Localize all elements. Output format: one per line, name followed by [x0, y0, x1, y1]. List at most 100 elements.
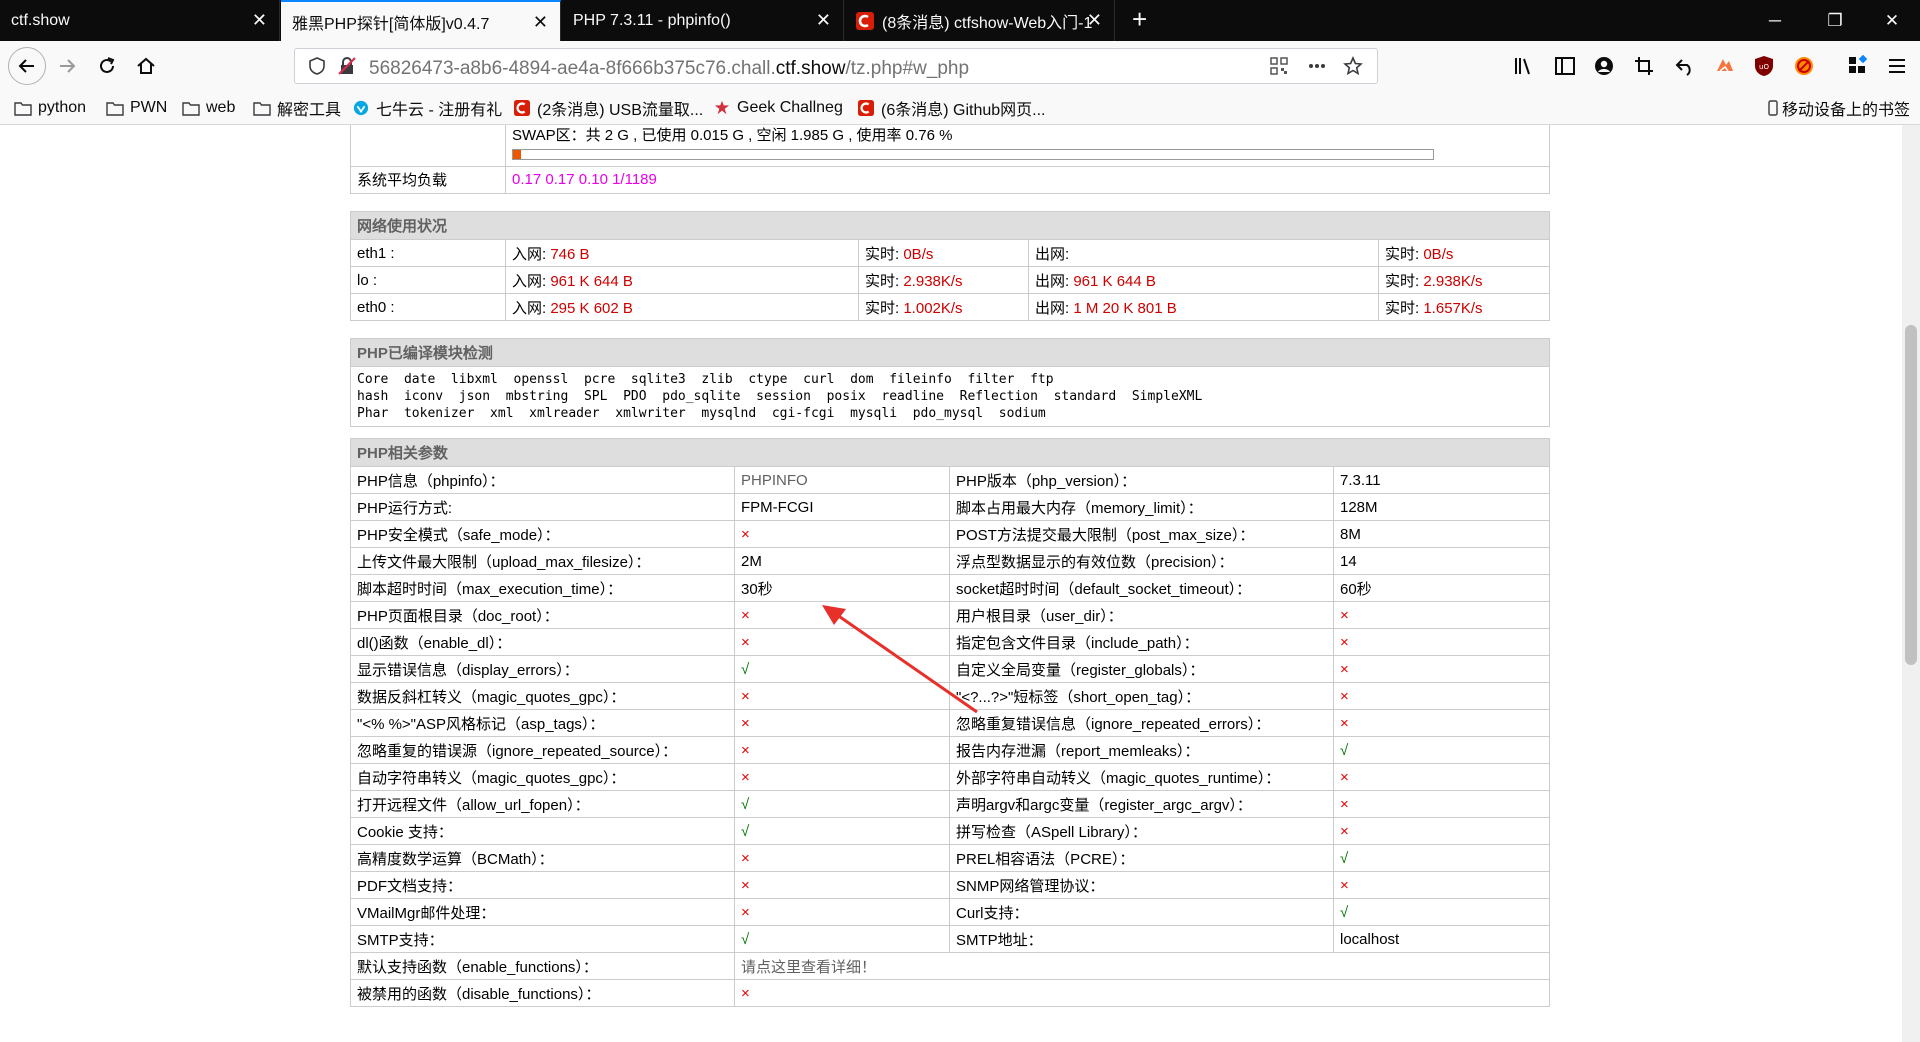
extensions-icon[interactable]: [1847, 55, 1869, 77]
library-icon[interactable]: [1513, 55, 1535, 77]
modules-table: PHP已编译模块检测 Core date libxml openssl pcre…: [350, 338, 1550, 427]
minimize-button[interactable]: ─: [1745, 0, 1805, 41]
ublock-icon[interactable]: uO: [1753, 55, 1775, 77]
svg-text:uO: uO: [1759, 63, 1769, 71]
out-value: 1 M 20 K 801 B: [1073, 299, 1177, 317]
scrollbar-thumb[interactable]: [1905, 325, 1917, 665]
bookmark-label: web: [206, 99, 236, 116]
undo-icon[interactable]: [1674, 55, 1696, 77]
modules-list: Core date libxml openssl pcre sqlite3 zl…: [350, 366, 1550, 427]
close-icon[interactable]: ✕: [252, 11, 267, 29]
close-window-button[interactable]: ✕: [1862, 0, 1920, 41]
back-button[interactable]: [8, 47, 46, 85]
load-value: 0.17 0.17 0.10 1/1189: [505, 165, 1550, 194]
param-name: 数据反斜杠转义（magic_quotes_gpc）：: [350, 682, 735, 710]
bookmark-python[interactable]: python: [14, 97, 86, 119]
param-name: 指定包含文件目录（include_path）：: [949, 628, 1334, 656]
insecure-lock-icon[interactable]: [337, 56, 357, 76]
iface-name: lo :: [350, 266, 506, 294]
param-name: 声明argv和argc变量（register_argc_argv）：: [949, 790, 1334, 818]
bookmark-github-pages[interactable]: (6条消息) Github网页...: [857, 97, 1045, 119]
navigation-bar: 56826473-a8b6-4894-ae4a-8f666b375c76.cha…: [0, 41, 1920, 91]
out-cell: 出网:: [1028, 239, 1379, 267]
more-actions-icon[interactable]: [1307, 56, 1327, 76]
out-value: 961 K 644 B: [1073, 272, 1156, 290]
restore-button[interactable]: ❐: [1805, 0, 1865, 41]
param-value: ×: [734, 736, 950, 764]
in-label: 入网:: [512, 272, 547, 290]
in-value: 295 K 602 B: [550, 299, 633, 317]
url-prefix: 56826473-a8b6-4894-ae4a-8f666b375c76.cha…: [369, 58, 776, 79]
in-rt-value: 1.002K/s: [903, 299, 963, 317]
param-name: SMTP支持：: [350, 925, 735, 953]
in-cell: 入网: 746 B: [505, 239, 859, 267]
back-arrow-icon: [18, 59, 34, 73]
tab-title: 雅黑PHP探针[简体版]v0.4.7: [292, 15, 490, 33]
bookmark-star-icon[interactable]: [1343, 56, 1363, 76]
in-cell: 入网: 961 K 644 B: [505, 266, 859, 294]
tab-phpinfo[interactable]: PHP 7.3.11 - phpinfo() ✕: [562, 0, 844, 41]
in-rt-cell: 实时: 2.938K/s: [858, 266, 1029, 294]
bookmark-usb-traffic[interactable]: (2条消息) USB流量取...: [513, 97, 703, 119]
bookmark-pwn[interactable]: PWN: [106, 97, 167, 119]
vertical-scrollbar[interactable]: [1902, 125, 1920, 1042]
url-text[interactable]: 56826473-a8b6-4894-ae4a-8f666b375c76.cha…: [369, 58, 969, 80]
php-param-row: 打开远程文件（allow_url_fopen）： √ 声明argv和argc变量（r…: [350, 790, 1550, 818]
tab-yahei-probe[interactable]: 雅黑PHP探针[简体版]v0.4.7 ✕: [281, 0, 561, 41]
param-name: 浮点型数据显示的有效位数（precision）：: [949, 547, 1334, 575]
url-bar[interactable]: 56826473-a8b6-4894-ae4a-8f666b375c76.cha…: [294, 48, 1378, 84]
bookmark-label: (6条消息) Github网页...: [881, 102, 1046, 119]
folder-icon: [106, 102, 124, 116]
php-param-row: 脚本超时时间（max_execution_time）： 30秒 socket超时时间…: [350, 574, 1550, 602]
param-value: ×: [734, 520, 950, 548]
param-value: √: [1333, 898, 1550, 926]
menu-icon[interactable]: [1886, 55, 1908, 77]
screenshot-crop-icon[interactable]: [1633, 55, 1655, 77]
account-icon[interactable]: [1593, 55, 1615, 77]
param-value: √: [734, 790, 950, 818]
in-rt-cell: 实时: 1.002K/s: [858, 293, 1029, 321]
param-value: ×: [1333, 763, 1550, 791]
close-icon[interactable]: ✕: [816, 11, 831, 29]
bookmark-geek-challenge[interactable]: Geek Challneg: [713, 97, 843, 119]
tab-csdn[interactable]: (8条消息) ctfshow-Web入门-1 ✕: [845, 0, 1115, 41]
param-name: PHP页面根目录（doc_root）：: [350, 601, 735, 629]
bookmark-qiniu[interactable]: 七牛云 - 注册有礼: [352, 97, 502, 119]
reload-button[interactable]: [90, 49, 124, 83]
bookmark-web[interactable]: web: [182, 97, 235, 119]
forward-button[interactable]: [50, 49, 84, 83]
param-value: 8M: [1333, 520, 1550, 548]
param-name: 显示错误信息（display_errors）：: [350, 655, 735, 683]
blocked-extension-icon[interactable]: [1793, 55, 1815, 77]
rt-label: 实时:: [1385, 299, 1420, 317]
disable-functions-value: ×: [734, 979, 1550, 1007]
param-value: FPM-FCGI: [734, 493, 950, 521]
iface-name: eth1 :: [350, 239, 506, 267]
in-value: 961 K 644 B: [550, 272, 633, 290]
close-icon[interactable]: ✕: [1087, 11, 1102, 29]
phpinfo-link[interactable]: PHPINFO: [734, 466, 950, 494]
in-rt-value: 0B/s: [903, 245, 934, 263]
bookmark-mobile[interactable]: 移动设备上的书签: [1768, 97, 1910, 119]
modules-line: Phar tokenizer xml xmlreader xmlwriter m…: [357, 406, 1046, 421]
param-name: PHP版本（php_version）：: [949, 466, 1334, 494]
param-value: ×: [1333, 601, 1550, 629]
php-params-title: PHP相关参数: [350, 438, 1550, 467]
qiniu-icon: [353, 100, 369, 116]
shield-icon[interactable]: [307, 56, 327, 76]
sidebar-icon[interactable]: [1554, 55, 1576, 77]
enable-functions-link[interactable]: 请点这里查看详细！: [734, 952, 1550, 980]
extension-orange-icon[interactable]: [1714, 55, 1736, 77]
home-button[interactable]: [129, 49, 163, 83]
close-icon[interactable]: ✕: [533, 13, 548, 31]
php-param-row: Cookie 支持： √ 拼写检查（ASpell Library）： ×: [350, 817, 1550, 845]
param-value: ×: [1333, 817, 1550, 845]
new-tab-button[interactable]: +: [1132, 4, 1147, 34]
tab-title: PHP 7.3.11 - phpinfo(): [573, 11, 731, 29]
param-value: √: [1333, 736, 1550, 764]
bookmark-decrypt-tools[interactable]: 解密工具: [253, 97, 341, 119]
qr-code-icon[interactable]: [1269, 56, 1289, 76]
param-value: √: [734, 817, 950, 845]
tab-ctfshow[interactable]: ctf.show ✕: [0, 0, 280, 41]
in-value: 746 B: [550, 245, 590, 263]
